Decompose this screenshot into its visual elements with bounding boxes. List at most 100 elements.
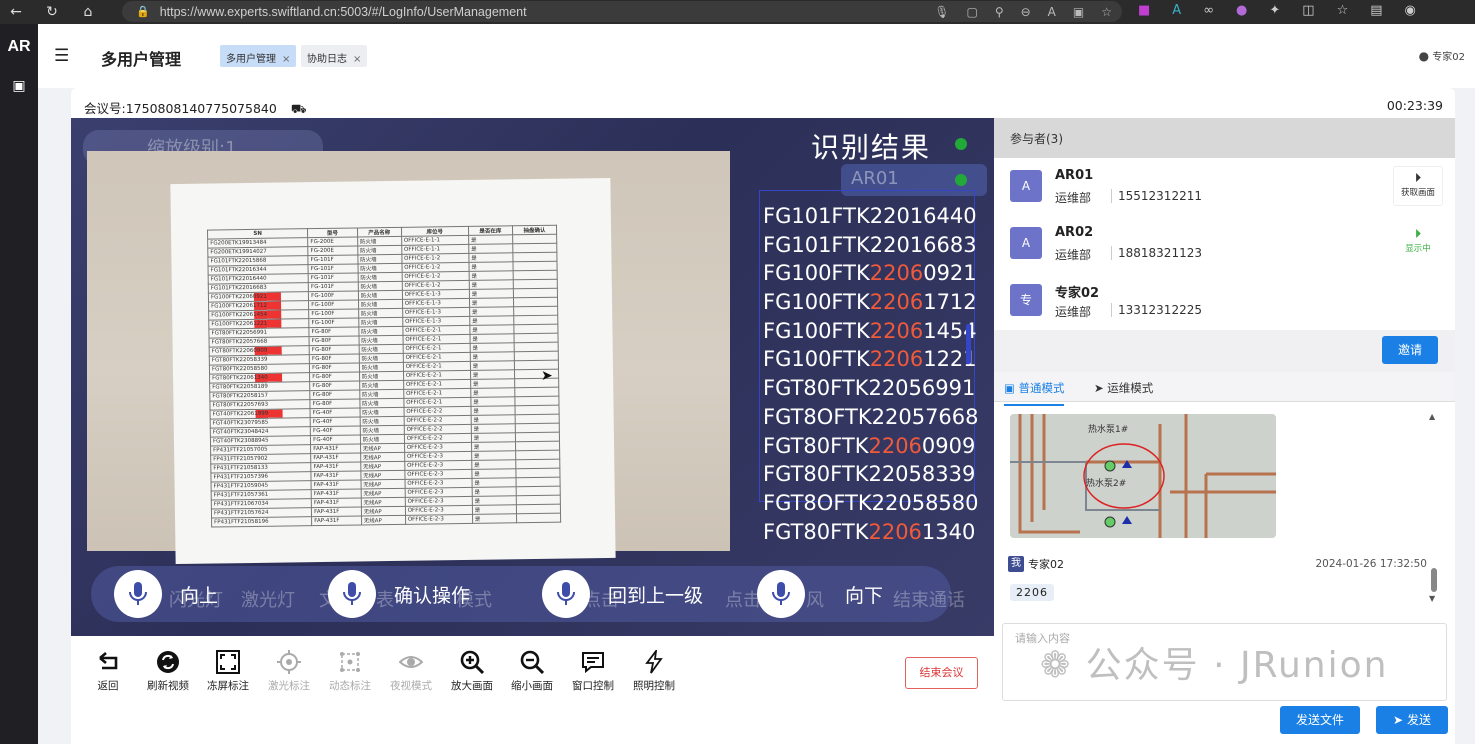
user-menu[interactable]: ● 专家02: [1419, 48, 1465, 63]
extension-rp-icon[interactable]: ■: [1138, 3, 1150, 18]
window-control-button[interactable]: 窗口控制: [562, 648, 624, 693]
extension-a-icon[interactable]: A: [1172, 3, 1181, 18]
key-icon[interactable]: ⚲: [995, 5, 1004, 19]
tab-close-icon[interactable]: ×: [353, 54, 361, 65]
night-vision-button[interactable]: 夜视模式: [380, 648, 442, 693]
participant-name: AR01: [1055, 168, 1094, 183]
tab-ops-mode[interactable]: ➤ 运维模式: [1094, 380, 1153, 396]
meeting-timer: 00:23:39: [1386, 98, 1443, 113]
lighting-control-button[interactable]: 照明控制: [623, 648, 685, 693]
home-icon[interactable]: ⌂: [76, 4, 100, 20]
tab-close-icon[interactable]: ×: [282, 54, 290, 65]
extension-brain-icon[interactable]: ●: [1236, 3, 1247, 18]
freeze-annotate-button[interactable]: 冻屏标注: [197, 648, 259, 693]
zoom-icon[interactable]: ⊖: [1021, 5, 1031, 19]
tool-label: 冻屏标注: [207, 680, 249, 692]
meeting-id-text: 会议号:1750808140775075840: [84, 101, 277, 116]
send-icon: ➤: [1393, 713, 1404, 727]
participant-item[interactable]: A AR02 运维部 18818321123 ⏵ 显示中: [994, 215, 1455, 271]
camera-photo: SN 型号 产品名称 库位号 是否在库 抽盘确认 FG200ETK19913484 FG-2…: [87, 151, 730, 565]
mode-label: 普通模式: [1018, 381, 1065, 395]
tool-label: 动态标注: [329, 680, 371, 692]
avatar: 专: [1010, 284, 1042, 316]
tab-label: 协助日志: [307, 54, 347, 65]
address-bar[interactable]: 🔒 https://www.experts.swiftland.cn:5003/…: [122, 1, 1122, 22]
url-text: https://www.experts.swiftland.cn:5003/#/…: [159, 4, 527, 19]
play-icon: ⏵: [1414, 227, 1422, 242]
code-text: 0909: [921, 433, 976, 458]
scroll-down-icon[interactable]: ▼: [1429, 594, 1435, 603]
code-text: FGT8OFTK22057668: [763, 404, 979, 429]
split-screen-icon[interactable]: ◫: [1302, 3, 1314, 18]
mode-label: 运维模式: [1107, 381, 1154, 395]
user-management-icon[interactable]: ▣: [0, 78, 38, 94]
code-text: FGT80FTK: [763, 519, 869, 544]
participants-header: 参与者(3): [994, 118, 1455, 158]
end-meeting-button[interactable]: 结束会议: [905, 657, 978, 689]
tool-label: 放大画面: [451, 680, 493, 692]
dynamic-annotate-button[interactable]: 动态标注: [319, 648, 381, 693]
laser-annotate-button[interactable]: 激光标注: [258, 648, 320, 693]
reload-icon[interactable]: ↻: [40, 4, 64, 20]
back-arrow-icon[interactable]: ←: [4, 4, 28, 20]
eye-icon: [380, 648, 442, 676]
participant-phone: 13312312225: [1111, 303, 1202, 317]
invite-area: 邀请: [994, 330, 1455, 372]
page-title: 多用户管理: [101, 50, 182, 69]
dynamic-annotation-icon: [319, 648, 381, 676]
chat-window-icon: [562, 648, 624, 676]
tab-normal-mode[interactable]: ▣ 普通模式: [1004, 380, 1065, 406]
extensions-puzzle-icon[interactable]: ✦: [1269, 3, 1280, 18]
code-highlight: 2206: [869, 290, 924, 315]
copy-icon[interactable]: ⛟: [291, 101, 307, 116]
zoom-out-button[interactable]: 缩小画面: [501, 648, 563, 693]
collections-icon[interactable]: ▤: [1370, 3, 1382, 18]
voice-command-up[interactable]: 向上: [114, 570, 218, 618]
favorites-icon[interactable]: ☆: [1337, 3, 1349, 18]
read-aloud-icon[interactable]: A: [1048, 5, 1056, 19]
tab-assist-log[interactable]: 协助日志 ×: [301, 45, 368, 67]
menu-toggle-icon[interactable]: ☰: [54, 46, 69, 66]
participant-item[interactable]: A AR01 运维部 15512312211 ⏵ 获取画面: [994, 158, 1455, 214]
voice-command-down[interactable]: 向下: [757, 570, 883, 618]
scroll-up-icon[interactable]: ▲: [1429, 412, 1435, 421]
zoom-in-button[interactable]: 放大画面: [441, 648, 503, 693]
voice-command-confirm[interactable]: 确认操作: [328, 570, 470, 618]
voice-command-back[interactable]: 回到上一级: [542, 570, 703, 618]
ghost-label: 结束通话: [893, 590, 965, 611]
video-feed[interactable]: 缩放级别:1 SN 型号 产品名称 库位号 是否在库 抽盘确认 FG200ETK19913…: [71, 118, 994, 636]
displaying-status-button[interactable]: ⏵ 显示中: [1393, 223, 1443, 263]
microphone-icon[interactable]: 🎙: [934, 5, 949, 19]
browser-toolbar: ← ↻ ⌂ 🔒 https://www.experts.swiftland.cn…: [0, 0, 1475, 24]
recognition-result-title: 识别结果: [811, 131, 932, 164]
recognized-code: FGT80FTK22061340: [763, 518, 979, 547]
result-scroll-marker[interactable]: [966, 324, 971, 364]
get-view-button[interactable]: ⏵ 获取画面: [1393, 166, 1443, 206]
invite-button[interactable]: 邀请: [1382, 336, 1438, 364]
microphone-icon: [114, 570, 162, 618]
profile-icon[interactable]: ◉: [1405, 3, 1416, 18]
participant-name: 专家02: [1055, 286, 1100, 301]
code-text: FG100FTK: [763, 261, 870, 286]
tool-label: 刷新视频: [147, 680, 189, 692]
code-text: FG101FTK22016683: [763, 232, 977, 257]
send-file-button[interactable]: 发送文件: [1280, 706, 1360, 734]
hd-icon[interactable]: ▣: [1073, 5, 1084, 19]
chat-scrollbar[interactable]: ▲ ▼: [1429, 408, 1439, 608]
code-text: FGT80FTK22056991: [763, 376, 976, 401]
send-button[interactable]: ➤ 发送: [1376, 706, 1448, 734]
favorite-star-icon[interactable]: ☆: [1101, 5, 1112, 19]
participant-item[interactable]: 专 专家02 运维部 13312312225: [994, 272, 1455, 328]
shared-image[interactable]: 热水泵2# 热水泵1#: [1010, 414, 1276, 538]
clipboard-icon[interactable]: ▢: [966, 5, 977, 19]
refresh-video-button[interactable]: 刷新视频: [137, 648, 199, 693]
code-highlight: 2206: [868, 519, 922, 544]
code-text: FGT80FTK: [763, 433, 869, 458]
tab-user-management[interactable]: 多用户管理 ×: [220, 45, 297, 67]
extension-infinity-icon[interactable]: ∞: [1203, 3, 1214, 18]
back-button[interactable]: 返回: [77, 648, 139, 693]
code-highlight: 2206: [869, 261, 924, 286]
scroll-thumb[interactable]: [1431, 568, 1437, 592]
participant-name: AR02: [1055, 225, 1094, 240]
sender-name: 专家02: [1028, 558, 1064, 571]
